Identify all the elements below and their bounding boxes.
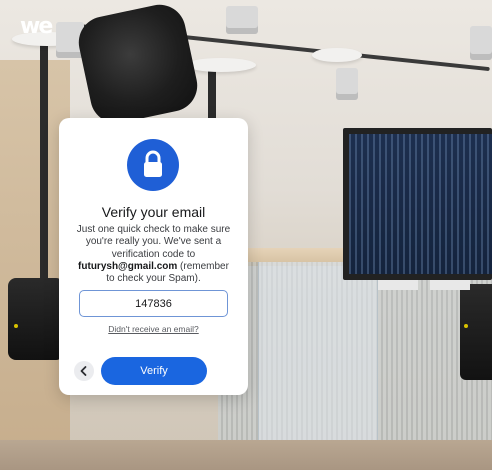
chevron-left-icon — [80, 366, 87, 376]
monitor — [343, 128, 492, 280]
lock-icon — [127, 139, 179, 191]
message-text: Just one quick check to make sure you're… — [76, 224, 231, 260]
back-button[interactable] — [74, 361, 94, 381]
verify-email-dialog: Verify your email Just one quick check t… — [59, 118, 248, 395]
verification-code-input[interactable] — [79, 290, 228, 317]
dialog-message: Just one quick check to make sure you're… — [73, 224, 234, 285]
resend-email-link[interactable]: Didn't receive an email? — [59, 324, 248, 334]
wall-speaker-right — [460, 284, 492, 380]
verify-button[interactable]: Verify — [101, 357, 207, 385]
wetransfer-logo[interactable]: we — [20, 14, 53, 39]
ceiling-speaker — [73, 0, 203, 129]
dialog-title: Verify your email — [101, 204, 206, 220]
wall-speaker-left — [8, 278, 64, 360]
email-address: futurysh@gmail.com — [78, 260, 178, 272]
